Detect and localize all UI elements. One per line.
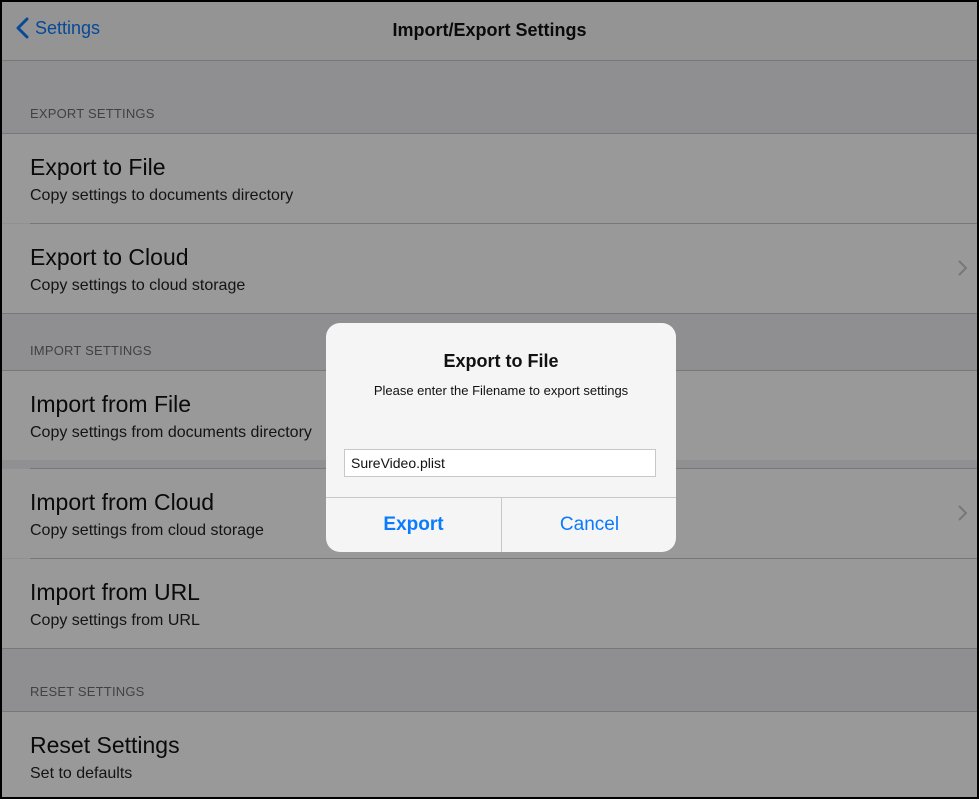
- settings-screen: Settings Import/Export Settings EXPORT S…: [2, 2, 977, 797]
- export-to-file-dialog: Export to File Please enter the Filename…: [326, 323, 676, 552]
- cancel-button[interactable]: Cancel: [502, 498, 676, 552]
- filename-input[interactable]: [344, 449, 656, 477]
- dialog-title: Export to File: [443, 351, 559, 371]
- app-window: Settings Import/Export Settings EXPORT S…: [0, 0, 979, 799]
- export-button[interactable]: Export: [326, 498, 501, 552]
- dialog-message: Please enter the Filename to export sett…: [373, 383, 629, 398]
